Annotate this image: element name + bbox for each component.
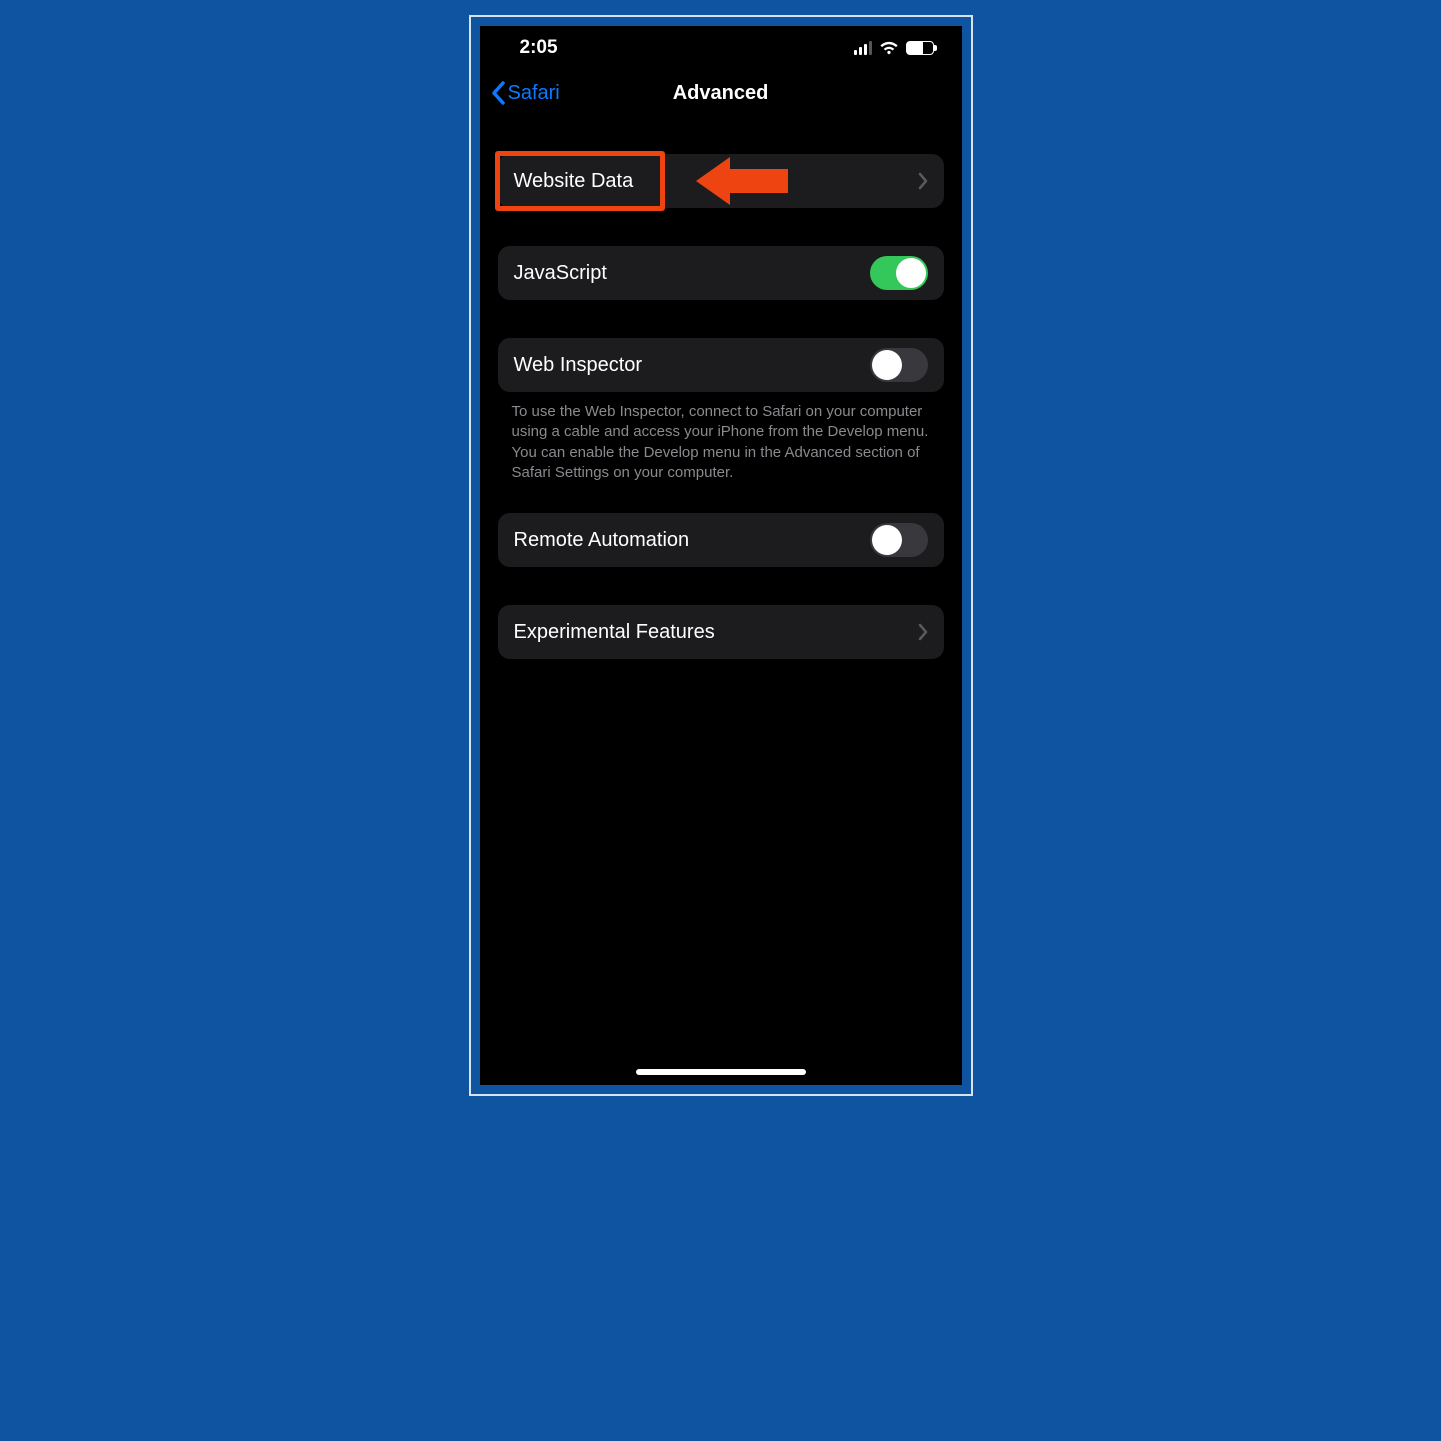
chevron-left-icon xyxy=(490,81,506,105)
row-label: Web Inspector xyxy=(514,354,870,377)
settings-content: Website Data JavaScript xyxy=(480,154,962,659)
chevron-right-icon xyxy=(918,623,928,641)
battery-icon xyxy=(906,41,934,55)
instruction-frame: 2:05 Safari Advanced xyxy=(469,15,973,1096)
status-bar: 2:05 xyxy=(480,26,962,70)
row-website-data[interactable]: Website Data xyxy=(498,154,944,208)
group-experimental: Experimental Features xyxy=(498,605,944,659)
row-label: JavaScript xyxy=(514,262,870,285)
status-time: 2:05 xyxy=(520,37,558,59)
row-label: Website Data xyxy=(514,170,918,193)
group-javascript: JavaScript xyxy=(498,246,944,300)
back-button[interactable]: Safari xyxy=(490,70,560,116)
row-web-inspector: Web Inspector xyxy=(498,338,944,392)
group-website-data: Website Data xyxy=(498,154,944,208)
nav-bar: Safari Advanced xyxy=(480,70,962,116)
iphone-screen: 2:05 Safari Advanced xyxy=(480,26,962,1085)
web-inspector-note: To use the Web Inspector, connect to Saf… xyxy=(498,392,944,483)
back-label: Safari xyxy=(508,82,560,105)
toggle-javascript[interactable] xyxy=(870,256,928,290)
group-web-inspector: Web Inspector To use the Web Inspector, … xyxy=(498,338,944,483)
home-indicator[interactable] xyxy=(636,1069,806,1075)
toggle-remote-automation[interactable] xyxy=(870,523,928,557)
row-label: Experimental Features xyxy=(514,621,918,644)
row-label: Remote Automation xyxy=(514,529,870,552)
wifi-icon xyxy=(879,41,899,55)
toggle-web-inspector[interactable] xyxy=(870,348,928,382)
group-remote-automation: Remote Automation xyxy=(498,513,944,567)
chevron-right-icon xyxy=(918,172,928,190)
status-icons xyxy=(854,41,934,55)
row-experimental-features[interactable]: Experimental Features xyxy=(498,605,944,659)
cellular-icon xyxy=(854,41,872,55)
row-remote-automation: Remote Automation xyxy=(498,513,944,567)
row-javascript: JavaScript xyxy=(498,246,944,300)
